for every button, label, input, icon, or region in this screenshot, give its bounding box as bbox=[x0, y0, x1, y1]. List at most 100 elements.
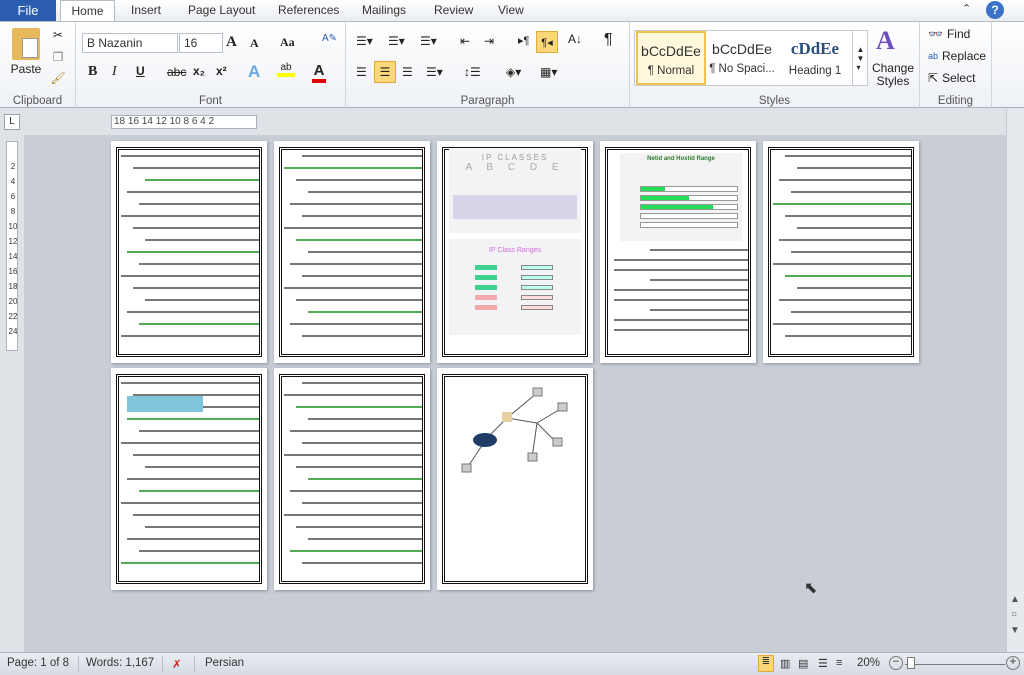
tab-references[interactable]: References bbox=[278, 0, 339, 21]
style-no-spacing[interactable]: bCcDdEe ¶ No Spaci... bbox=[707, 31, 777, 85]
ip-class-ranges-title: IP Class Ranges bbox=[488, 247, 541, 254]
change-styles-button[interactable]: Change Styles bbox=[870, 62, 916, 88]
prev-page-icon[interactable]: ▲ bbox=[1010, 594, 1020, 605]
show-formatting-button[interactable]: ¶ bbox=[604, 31, 613, 49]
page-thumbnail[interactable] bbox=[274, 141, 430, 363]
justify-icon[interactable]: ☰▾ bbox=[426, 65, 443, 79]
help-icon[interactable]: ? bbox=[986, 1, 1004, 19]
ruler-mark: 10 bbox=[8, 222, 18, 231]
vertical-scrollbar[interactable]: ▲ ○ ▼ bbox=[1006, 109, 1024, 652]
italic-button[interactable]: I bbox=[112, 64, 117, 80]
font-group: B Nazanin 16 A A Aa A✎ B I U abc x₂ x² A… bbox=[76, 22, 346, 109]
tab-mailings[interactable]: Mailings bbox=[362, 0, 406, 21]
strikethrough-button[interactable]: abc bbox=[167, 65, 186, 79]
font-size-select[interactable]: 16 bbox=[179, 33, 223, 53]
increase-indent-icon[interactable]: ⇥ bbox=[484, 34, 494, 48]
highlight-icon[interactable]: ab bbox=[277, 62, 295, 77]
zoom-slider[interactable] bbox=[905, 664, 1005, 665]
format-painter-icon[interactable]: 🖌 bbox=[50, 70, 66, 86]
styles-scroll[interactable]: ▲ ▼ ▾ bbox=[852, 30, 868, 86]
ruler-mark: 8 bbox=[10, 207, 16, 216]
sort-icon[interactable]: A↓ bbox=[568, 32, 582, 46]
replace-button[interactable]: ab Replace bbox=[928, 49, 986, 63]
line-spacing-icon[interactable]: ↕☰ bbox=[464, 65, 481, 79]
change-case-button[interactable]: Aa bbox=[280, 35, 295, 50]
paragraph-group: ☰▾ ☰▾ ☰▾ ⇤ ⇥ ▸¶ ¶◂ A↓ ¶ ☰ ☰ ☰ ☰▾ ↕☰ ◈▾ ▦… bbox=[346, 22, 630, 109]
tab-home[interactable]: Home bbox=[60, 0, 115, 22]
borders-icon[interactable]: ▦▾ bbox=[540, 65, 557, 79]
ribbon-tabs: File Home Insert Page Layout References … bbox=[0, 0, 1024, 22]
copy-icon[interactable]: ❐ bbox=[50, 49, 66, 65]
ruler-mark: 12 bbox=[8, 237, 18, 246]
align-right-icon[interactable]: ☰ bbox=[402, 65, 413, 79]
superscript-button[interactable]: x² bbox=[216, 64, 227, 78]
subscript-button[interactable]: x₂ bbox=[193, 64, 205, 78]
page-thumbnail[interactable] bbox=[763, 141, 919, 363]
tab-selector[interactable]: L bbox=[4, 114, 20, 130]
page-thumbnail[interactable]: Netid and Hostid Range bbox=[600, 141, 756, 363]
bold-button[interactable]: B bbox=[88, 64, 97, 80]
font-label: Font bbox=[198, 95, 222, 107]
page-thumbnail[interactable] bbox=[437, 368, 593, 590]
align-center-icon[interactable]: ☰ bbox=[374, 61, 396, 83]
ruler-mark: 14 bbox=[8, 252, 18, 261]
outline-icon[interactable]: ☰ bbox=[818, 657, 828, 670]
style-normal[interactable]: bCcDdEe ¶ Normal bbox=[636, 31, 706, 85]
page-thumbnail[interactable] bbox=[111, 368, 267, 590]
zoom-level[interactable]: 20% bbox=[857, 657, 880, 669]
multilevel-list-icon[interactable]: ☰▾ bbox=[420, 34, 437, 48]
tab-insert[interactable]: Insert bbox=[131, 0, 161, 21]
page-count[interactable]: Page: 1 of 8 bbox=[7, 657, 69, 669]
ltr-icon[interactable]: ▸¶ bbox=[518, 34, 529, 47]
horizontal-ruler[interactable]: 18 16 14 12 10 8 6 4 2 bbox=[111, 115, 257, 129]
shading-icon[interactable]: ◈▾ bbox=[506, 65, 521, 79]
clear-formatting-icon[interactable]: A✎ bbox=[322, 33, 337, 44]
ruler-mark: 18 bbox=[8, 282, 18, 291]
select-button[interactable]: ⇱ Select bbox=[928, 71, 975, 85]
styles-group: bCcDdEe ¶ Normal bCcDdEe ¶ No Spaci... cDd… bbox=[630, 22, 920, 109]
ruler-mark: 16 bbox=[8, 267, 18, 276]
word-count[interactable]: Words: 1,167 bbox=[86, 657, 154, 669]
print-layout-icon[interactable]: ≣ bbox=[758, 655, 774, 672]
proofing-icon[interactable]: ✗ bbox=[172, 657, 182, 671]
zoom-in-button[interactable]: + bbox=[1006, 656, 1020, 670]
page-thumbnail[interactable] bbox=[274, 368, 430, 590]
full-screen-reading-icon[interactable]: ▥ bbox=[780, 657, 790, 670]
browse-object-icon[interactable]: ○ bbox=[1011, 609, 1017, 620]
next-page-icon[interactable]: ▼ bbox=[1010, 625, 1020, 636]
text-effects-icon[interactable]: A bbox=[248, 62, 260, 82]
ruler-mark: 20 bbox=[8, 297, 18, 306]
font-color-icon[interactable]: A bbox=[312, 62, 326, 83]
tab-file[interactable]: File bbox=[0, 0, 56, 21]
web-layout-icon[interactable]: ▤ bbox=[798, 657, 808, 670]
grow-font-button[interactable]: A bbox=[226, 34, 237, 51]
ruler-mark: 4 bbox=[10, 177, 16, 186]
decrease-indent-icon[interactable]: ⇤ bbox=[460, 34, 470, 48]
draft-icon[interactable]: ≡ bbox=[836, 657, 842, 669]
ribbon: Paste ✂ ❐ 🖌 Clipboard B Nazanin 16 A A A… bbox=[0, 21, 1024, 109]
rtl-icon[interactable]: ¶◂ bbox=[536, 31, 558, 53]
cut-icon[interactable]: ✂ bbox=[50, 27, 66, 43]
underline-button[interactable]: U bbox=[136, 64, 145, 78]
shrink-font-button[interactable]: A bbox=[250, 36, 259, 51]
align-left-icon[interactable]: ☰ bbox=[356, 65, 367, 79]
paste-button[interactable]: Paste bbox=[6, 62, 46, 76]
language[interactable]: Persian bbox=[205, 657, 244, 669]
tab-page-layout[interactable]: Page Layout bbox=[188, 0, 255, 21]
minimize-ribbon-icon[interactable]: ⌃ bbox=[962, 2, 971, 15]
bullets-icon[interactable]: ☰▾ bbox=[356, 34, 373, 48]
change-styles-icon[interactable]: A bbox=[876, 26, 895, 56]
find-button[interactable]: 👓 Find bbox=[928, 27, 970, 41]
paste-icon[interactable] bbox=[12, 28, 40, 60]
tab-view[interactable]: View bbox=[498, 0, 524, 21]
editing-group: 👓 Find ab Replace ⇱ Select Editing bbox=[920, 22, 992, 109]
tab-review[interactable]: Review bbox=[434, 0, 473, 21]
zoom-out-button[interactable]: − bbox=[889, 656, 903, 670]
zoom-slider-thumb[interactable] bbox=[906, 657, 915, 669]
font-name-select[interactable]: B Nazanin bbox=[82, 33, 178, 53]
numbering-icon[interactable]: ☰▾ bbox=[388, 34, 405, 48]
page-thumbnail[interactable] bbox=[111, 141, 267, 363]
page-thumbnail[interactable]: IP CLASSES A B C D E IP Class Ranges bbox=[437, 141, 593, 363]
style-heading-1[interactable]: cDdEe Heading 1 bbox=[780, 31, 850, 85]
vertical-ruler[interactable]: 2 4 6 8 10 12 14 16 18 20 22 24 bbox=[0, 135, 24, 652]
